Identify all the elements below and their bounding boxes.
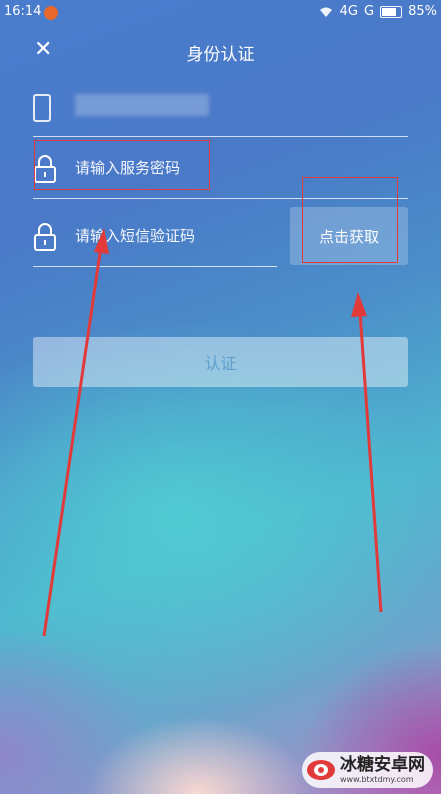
watermark: 冰糖安卓网 www.btxtdmy.com bbox=[302, 752, 433, 788]
watermark-url: www.btxtdmy.com bbox=[340, 774, 414, 784]
watermark-text: 冰糖安卓网 www.btxtdmy.com bbox=[340, 754, 425, 784]
arrow-head-get-code bbox=[351, 292, 367, 317]
arrow-to-get-code bbox=[358, 311, 383, 613]
annotation-arrows bbox=[42, 228, 383, 637]
arrow-to-password bbox=[42, 245, 103, 637]
watermark-logo-icon bbox=[307, 760, 335, 780]
watermark-name: 冰糖安卓网 bbox=[340, 754, 425, 775]
arrow-head-password bbox=[94, 228, 109, 254]
